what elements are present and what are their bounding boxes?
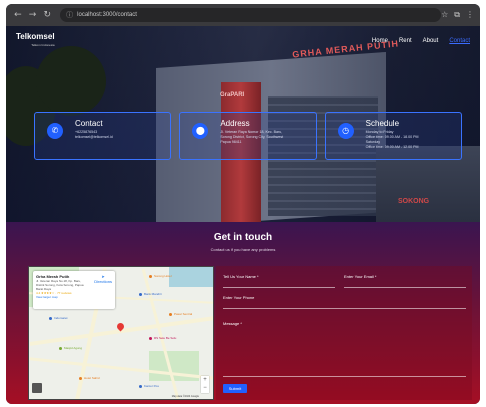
poi-label[interactable]: RS Sele Be Solu: [154, 336, 176, 340]
brand-tagline: Telkom Indonesia: [31, 43, 55, 47]
contact-form: Tell Us Your Name * Enter Your Email * E…: [216, 266, 472, 400]
poi-marker: [169, 313, 172, 316]
street-view-icon[interactable]: [32, 383, 42, 393]
poi-marker: [139, 293, 142, 296]
phone-field[interactable]: Enter Your Phone: [223, 295, 466, 309]
nav-link-about[interactable]: About: [423, 38, 439, 44]
profile-icon[interactable]: ⋮: [466, 10, 474, 20]
puzzle-icon[interactable]: ⧉: [454, 10, 460, 20]
schedule-card: ◷ Schedule Monday to Friday Office time:…: [324, 112, 462, 160]
name-field-label: Tell Us Your Name *: [223, 274, 259, 279]
card-line: telkomsel@telkomsel.id: [75, 135, 113, 139]
nav-link-home[interactable]: Home: [372, 38, 388, 44]
zoom-in-button[interactable]: +: [201, 376, 209, 384]
map-road: [29, 316, 213, 346]
zoom-out-button[interactable]: −: [201, 384, 209, 392]
zoom-control: + −: [201, 376, 209, 393]
message-field-label: Message *: [223, 321, 242, 326]
contact-page: GRHA MERAH PUTIH GraPARI SOKONG Telkomse…: [6, 26, 480, 404]
browser-window: ← → ↻ ⓘ localhost:3000/contact ☆ ⧉ ⋮ GRH…: [6, 4, 480, 404]
clock-icon: ◷: [337, 123, 354, 139]
poi-label[interactable]: Masjid Agung: [64, 346, 82, 350]
poi-label[interactable]: Hotel Sahid: [84, 376, 100, 380]
phone-icon: ✆: [47, 123, 63, 139]
card-line: Papua 98411: [220, 140, 242, 144]
info-cards: ✆ Contact +6225876543 telkomsel@telkomse…: [34, 112, 462, 160]
poi-marker: [149, 337, 152, 340]
brand-logo[interactable]: Telkomsel Telkom Indonesia: [16, 33, 55, 49]
side-sign: SOKONG: [398, 198, 430, 205]
map-place-card: Grha Merah Putih Jl. Veteran Raya No.18,…: [33, 271, 115, 309]
poi-marker: [49, 317, 52, 320]
contact-card: ✆ Contact +6225876543 telkomsel@telkomse…: [34, 112, 172, 160]
nav-link-rent[interactable]: Rent: [399, 38, 412, 44]
larger-map-link[interactable]: View larger map: [36, 295, 112, 299]
browser-toolbar: ← → ↻ ⓘ localhost:3000/contact ☆ ⧉ ⋮: [6, 4, 480, 26]
poi-marker: [149, 275, 152, 278]
star-icon[interactable]: ☆: [441, 10, 448, 20]
section-subtitle: Contact us if you have any problems: [210, 247, 276, 252]
email-field[interactable]: Enter Your Email *: [344, 274, 466, 288]
address-bar[interactable]: ⓘ localhost:3000/contact: [60, 8, 442, 22]
contact-section: Get in touch Contact us if you have any …: [6, 222, 480, 404]
address-card: ⬤ Address Jl. Veteran Raya Nomor 18, Kec…: [179, 112, 317, 160]
reload-icon[interactable]: ↻: [41, 9, 53, 21]
url-text[interactable]: localhost:3000/contact: [77, 12, 137, 18]
poi-label[interactable]: Sorong Hotel: [154, 274, 172, 278]
name-field[interactable]: Tell Us Your Name *: [223, 274, 335, 288]
google-map[interactable]: Sorong Hotel Bank Mandiri Indomaret Pasa…: [28, 266, 214, 400]
directions-label: Directions: [94, 279, 112, 284]
nav-link-contact[interactable]: Contact: [449, 38, 470, 44]
section-title: Get in touch: [213, 232, 273, 243]
card-title: Contact: [75, 119, 103, 128]
submit-button[interactable]: Submit: [223, 384, 247, 393]
card-title: Address: [220, 119, 250, 128]
poi-label[interactable]: Bank Mandiri: [144, 292, 162, 296]
grapari-sign: GraPARI: [220, 92, 245, 98]
email-field-label: Enter Your Email *: [344, 274, 377, 279]
directions-button[interactable]: ➤ Directions: [94, 274, 112, 284]
message-field[interactable]: Message *: [223, 321, 466, 377]
hero-section: GRHA MERAH PUTIH GraPARI SOKONG Telkomse…: [6, 26, 480, 229]
poi-label[interactable]: Indomaret: [54, 316, 68, 320]
poi-label[interactable]: Kantor Pos: [144, 384, 159, 388]
poi-label[interactable]: Pasar Sentral: [174, 312, 192, 316]
tree-shape: [36, 46, 106, 116]
poi-marker: [139, 385, 142, 388]
site-navbar: Telkomsel Telkom Indonesia Home Rent Abo…: [6, 26, 480, 56]
map-attribution: Map data ©2024 Google: [171, 395, 199, 398]
site-info-icon[interactable]: ⓘ: [66, 10, 73, 20]
phone-field-label: Enter Your Phone: [223, 295, 255, 300]
poi-marker: [79, 377, 82, 380]
location-pin-icon: ⬤: [192, 123, 209, 139]
arrow-right-icon[interactable]: →: [27, 9, 39, 21]
card-line: Office time: 09.00 AM - 12.00 PM: [365, 145, 419, 149]
map-water: [169, 267, 213, 287]
nav-menu: Home Rent About Contact: [372, 38, 470, 44]
poi-marker: [59, 347, 62, 350]
card-title: Schedule: [365, 119, 400, 128]
arrow-left-icon[interactable]: ←: [12, 9, 24, 21]
brand-name: Telkomsel: [16, 32, 55, 41]
